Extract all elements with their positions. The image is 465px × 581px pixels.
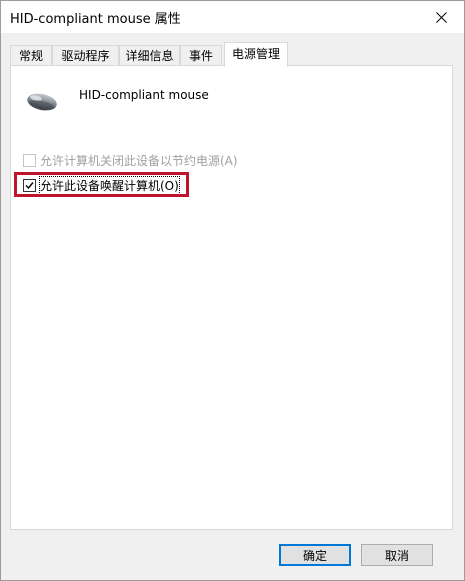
tab-details[interactable]: 详细信息 <box>119 45 180 65</box>
tab-driver[interactable]: 驱动程序 <box>52 45 119 65</box>
close-button[interactable] <box>418 1 464 33</box>
tab-events[interactable]: 事件 <box>180 45 222 65</box>
properties-dialog: HID-compliant mouse 属性 常规 驱动程序 详细信息 事件 电… <box>0 0 465 581</box>
annotation-highlight-box <box>14 172 189 197</box>
ok-button[interactable]: 确定 <box>279 544 351 566</box>
mouse-icon <box>27 93 57 111</box>
title-bar: HID-compliant mouse 属性 <box>1 1 464 33</box>
power-management-panel: HID-compliant mouse 允许计算机关闭此设备以节约电源(A) 允… <box>10 65 453 530</box>
device-name: HID-compliant mouse <box>79 88 209 102</box>
window-title: HID-compliant mouse 属性 <box>10 12 181 27</box>
allow-power-off-label: 允许计算机关闭此设备以节约电源(A) <box>40 153 238 168</box>
tab-general[interactable]: 常规 <box>10 45 52 65</box>
allow-power-off-checkbox[interactable] <box>23 153 36 167</box>
cancel-button[interactable]: 取消 <box>361 544 433 566</box>
allow-power-off-option[interactable]: 允许计算机关闭此设备以节约电源(A) <box>23 152 238 168</box>
tab-power-management[interactable]: 电源管理 <box>224 42 288 67</box>
close-icon <box>435 11 447 23</box>
